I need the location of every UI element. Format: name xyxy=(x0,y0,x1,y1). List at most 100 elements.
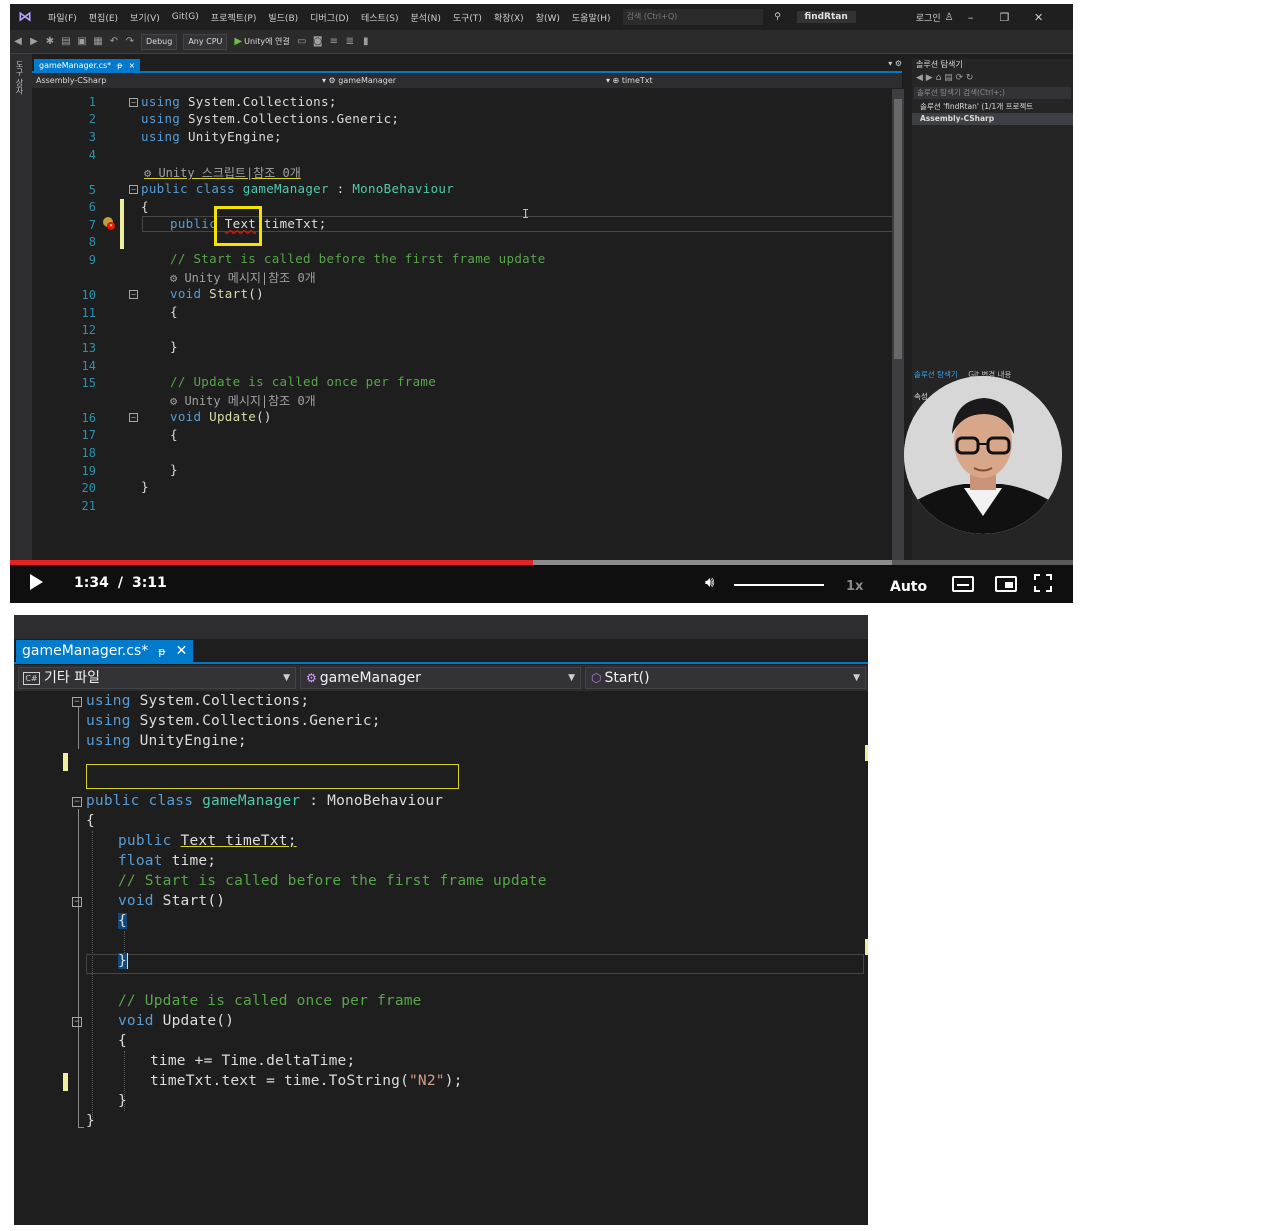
save-all-icon[interactable]: ▦ xyxy=(90,36,106,47)
close-icon[interactable]: ✕ xyxy=(1022,11,1056,24)
volume-icon[interactable]: 🔊︎ xyxy=(705,573,714,591)
login-link[interactable]: 로그인 xyxy=(916,11,941,24)
video-player[interactable]: ⋈ 파일(F) 편집(E) 보기(V) Git(G) 프로젝트(P) 빌드(B)… xyxy=(10,4,1073,603)
minimize-icon[interactable]: – xyxy=(954,11,988,24)
member-dropdown[interactable]: ▾ ⊕ timeTxt xyxy=(606,75,653,87)
line-number: 16 xyxy=(81,411,96,425)
forward-icon[interactable]: ▶ xyxy=(26,36,42,47)
project-dropdown[interactable]: Assembly-CSharp xyxy=(36,75,106,87)
tree-item-project[interactable]: Assembly-CSharp xyxy=(912,113,1073,125)
folder-icon[interactable]: ▭ xyxy=(294,36,310,47)
attach-unity-button[interactable]: Unity에 연결 xyxy=(244,36,290,47)
toolbox-label[interactable]: 도구 상자 xyxy=(14,60,25,95)
fullscreen-icon[interactable] xyxy=(1034,574,1052,592)
class-icon: ⚙ xyxy=(306,671,317,685)
line-number: 19 xyxy=(81,464,96,478)
menu-test[interactable]: 테스트(S) xyxy=(355,11,405,24)
collapse-icon[interactable]: − xyxy=(129,98,138,107)
new-project-icon[interactable]: ✱ xyxy=(42,36,58,47)
volume-slider[interactable] xyxy=(734,584,824,586)
scrollbar-thumb[interactable] xyxy=(894,99,902,359)
class-dropdown[interactable]: ▾ ⚙ gameManager xyxy=(322,75,396,87)
redo-icon[interactable]: ↷ xyxy=(122,36,138,47)
collapse-icon[interactable]: − xyxy=(129,290,138,299)
menu-project[interactable]: 프로젝트(P) xyxy=(205,11,263,24)
line-number: 13 xyxy=(81,341,96,355)
vs-search-input[interactable]: 검색 (Ctrl+Q) xyxy=(622,9,763,25)
search-icon[interactable]: ⚲ xyxy=(767,12,789,22)
collapse-icon[interactable]: − xyxy=(129,413,138,422)
code-line: using System.Collections.Generic; xyxy=(141,111,400,126)
menu-tools[interactable]: 도구(T) xyxy=(447,11,488,24)
top-code-editor[interactable]: 1 2 3 4 5 6 7 8 9 10 11 12 13 14 15 16 1… xyxy=(32,89,900,560)
solution-explorer-toolbar[interactable]: ◀ ▶ ⌂ ▤ ⟳ ↻ xyxy=(912,71,1073,85)
menu-window[interactable]: 창(W) xyxy=(530,11,566,24)
solution-search-input[interactable]: 솔루션 탐색기 검색(Ctrl+;) xyxy=(914,87,1071,99)
code-line: time += Time.deltaTime; xyxy=(150,1053,356,1069)
collapse-icon[interactable]: − xyxy=(72,797,82,807)
open-folder-icon[interactable]: ▤ xyxy=(58,36,74,47)
video-progress-bar[interactable] xyxy=(10,560,1073,565)
platform-select[interactable]: Any CPU xyxy=(183,33,228,50)
bookmark-icon[interactable]: ▮ xyxy=(358,36,374,47)
camera-icon[interactable]: ◙ xyxy=(310,36,326,47)
line-number: 5 xyxy=(88,183,96,197)
change-indicator xyxy=(63,753,68,771)
tab-underline xyxy=(14,662,868,664)
progress-played xyxy=(10,560,533,565)
comment-icon[interactable]: ≣ xyxy=(342,36,358,47)
indent-guide xyxy=(92,831,93,1121)
menu-view[interactable]: 보기(V) xyxy=(124,11,166,24)
collapse-icon[interactable]: − xyxy=(72,697,82,707)
menu-git[interactable]: Git(G) xyxy=(166,12,205,22)
tab-gamemanager[interactable]: gameManager.cs* ᵽ ✕ xyxy=(16,640,194,663)
codelens-references[interactable]: ⚙ Unity 메시지|참조 0개 xyxy=(170,392,316,409)
menu-debug[interactable]: 디버그(D) xyxy=(304,11,355,24)
back-icon[interactable]: ◀ xyxy=(10,36,26,47)
play-icon[interactable] xyxy=(30,574,43,590)
menu-edit[interactable]: 편집(E) xyxy=(83,11,124,24)
toolbox-strip[interactable]: 도구 상자 xyxy=(10,54,32,560)
member-dropdown[interactable]: ⬡ Start() ▼ xyxy=(585,667,866,689)
picture-in-picture-icon[interactable] xyxy=(995,576,1017,592)
pin-icon[interactable]: ᵽ xyxy=(117,59,122,72)
line-number: 3 xyxy=(88,130,96,144)
build-config-select[interactable]: Debug xyxy=(141,33,178,50)
undo-icon[interactable]: ↶ xyxy=(106,36,122,47)
codelens-references[interactable]: ⚙ Unity 메시지|참조 0개 xyxy=(170,269,316,286)
pin-icon[interactable]: ᵽ xyxy=(158,640,165,663)
menu-help[interactable]: 도움말(H) xyxy=(566,11,617,24)
presenter-avatar xyxy=(904,376,1062,534)
menu-extensions[interactable]: 확장(X) xyxy=(488,11,530,24)
restore-icon[interactable]: ❐ xyxy=(988,11,1022,24)
person-icon[interactable]: ♙ xyxy=(945,12,954,23)
editor-scrollbar[interactable] xyxy=(892,89,904,560)
class-dropdown[interactable]: ⚙ gameManager ▼ xyxy=(300,667,581,689)
error-icon: ✕ xyxy=(107,222,115,230)
codelens-references[interactable]: ⚙ Unity 스크립트|참조 0개 xyxy=(144,164,301,181)
tab-solution-explorer[interactable]: 솔루션 탐색기 xyxy=(914,370,958,379)
collapse-icon[interactable]: − xyxy=(129,185,138,194)
tab-overflow-icon[interactable]: ▾ ⚙ xyxy=(888,59,902,68)
tab-gamemanager[interactable]: gameManager.cs* ᵽ × xyxy=(34,59,141,72)
code-line: } xyxy=(86,1113,95,1129)
close-tab-icon[interactable]: × xyxy=(128,59,135,72)
tree-item-solution[interactable]: 솔루션 'findRtan' (1/1개 프로젝트 xyxy=(912,101,1073,113)
collapse-icon[interactable]: − xyxy=(72,1017,82,1027)
close-tab-icon[interactable]: ✕ xyxy=(176,640,188,663)
collapse-icon[interactable]: − xyxy=(72,897,82,907)
menu-build[interactable]: 빌드(B) xyxy=(262,11,304,24)
playback-speed-button[interactable]: 1x xyxy=(846,579,863,594)
tab-label: gameManager.cs* xyxy=(22,643,149,659)
project-dropdown[interactable]: C# 기타 파일 ▼ xyxy=(18,667,296,689)
save-icon[interactable]: ▣ xyxy=(74,36,90,47)
captions-icon[interactable] xyxy=(952,576,974,592)
menu-file[interactable]: 파일(F) xyxy=(42,11,83,24)
outline-bracket xyxy=(78,1127,84,1128)
quality-button[interactable]: Auto xyxy=(890,579,927,595)
menu-analyze[interactable]: 분석(N) xyxy=(405,11,447,24)
indent-icon[interactable]: ≡ xyxy=(326,36,342,47)
play-icon[interactable]: ▶ xyxy=(234,36,242,47)
code-editor[interactable]: − − − − using System.Collections; using … xyxy=(14,693,868,1225)
code-line: using UnityEngine; xyxy=(141,129,282,144)
